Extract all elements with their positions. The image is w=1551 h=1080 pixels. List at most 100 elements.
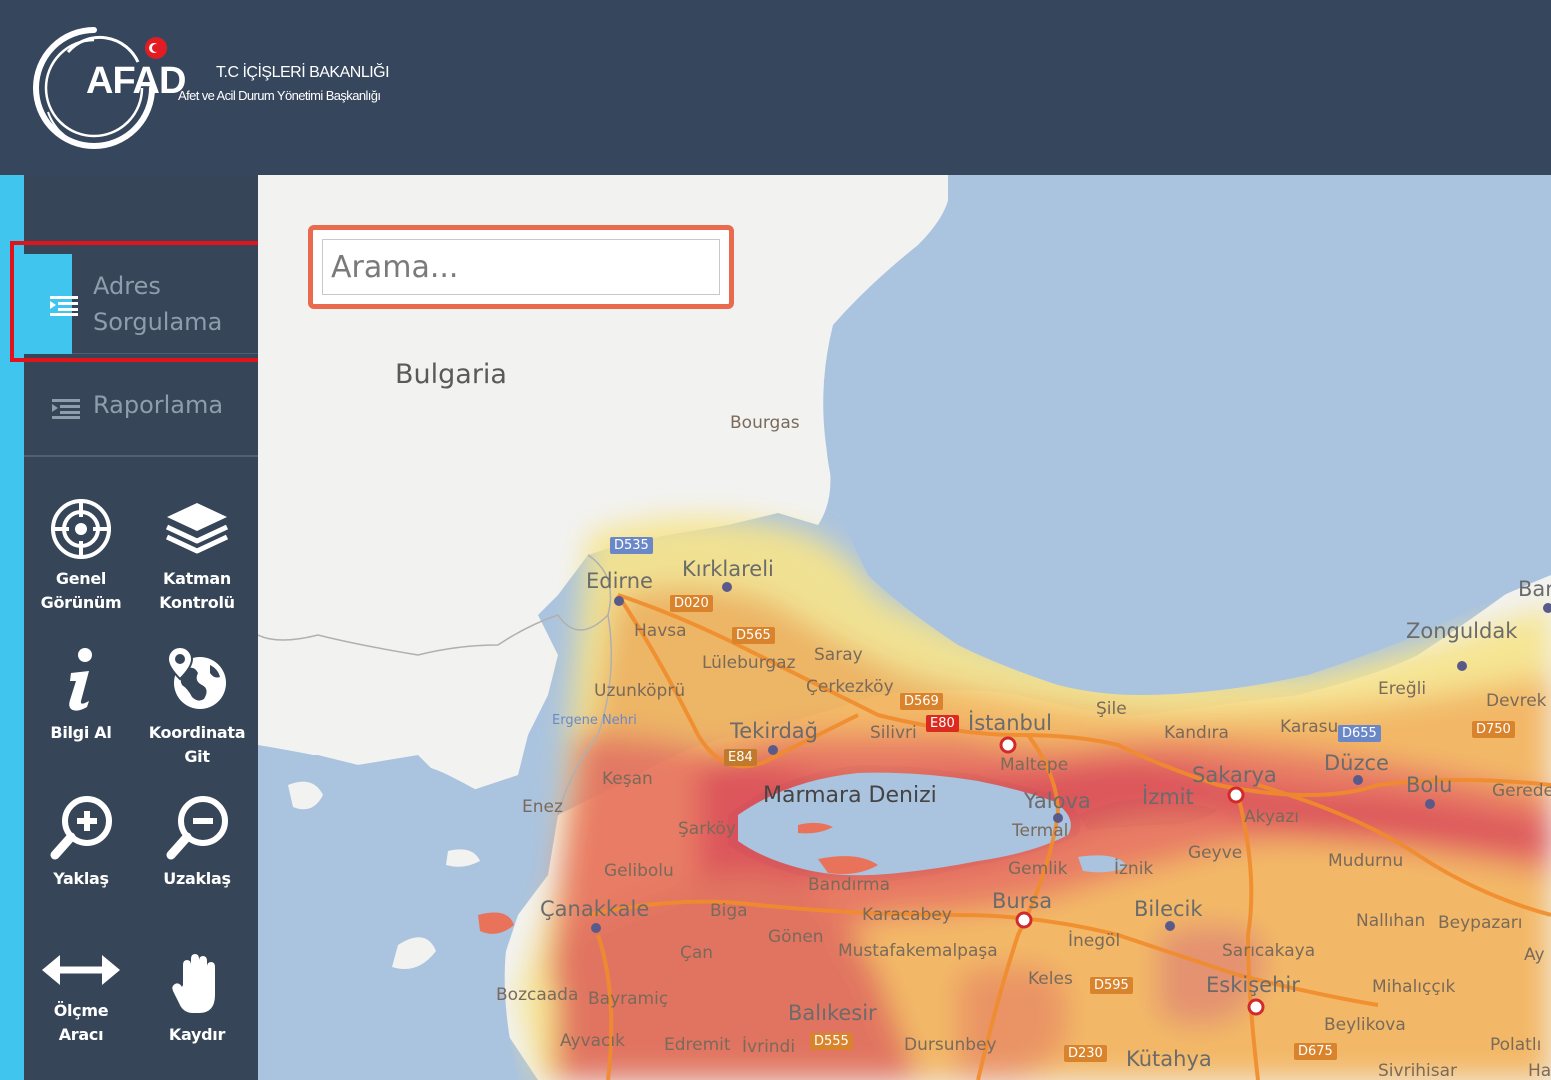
map-label-city: Bar <box>1518 577 1551 601</box>
road-shield: D569 <box>900 693 943 710</box>
map-label-city: Yalova <box>1024 789 1091 813</box>
sidebar-item-adres-sorgulama[interactable]: Adres Sorgulama <box>24 254 258 354</box>
tool-genel-gorunum[interactable]: Genel Görünüm <box>26 497 136 615</box>
org-name-line2: Afet ve Acil Durum Yönetimi Başkanlığı <box>178 88 381 103</box>
tool-bilgi-al[interactable]: Bilgi Al <box>26 645 136 745</box>
map-label-city: Tekirdağ <box>730 719 818 743</box>
map-label-city: Lüleburgaz <box>702 653 796 673</box>
map-label-sea: Marmara Denizi <box>763 783 937 808</box>
road-shield: E80 <box>926 715 959 732</box>
sidebar-divider <box>24 455 258 457</box>
tool-olcme-araci[interactable]: Ölçme Aracı <box>26 947 136 1047</box>
map-label-city: Beypazarı <box>1438 913 1523 933</box>
map-label-city: Bourgas <box>730 413 800 433</box>
tool-uzaklas[interactable]: Uzaklaş <box>142 795 252 891</box>
map-label-city: Sivrihisar <box>1378 1061 1458 1080</box>
map-label-city: Geyve <box>1188 843 1243 863</box>
map-label-city: Ay <box>1524 945 1545 965</box>
map-label-city: İstanbul <box>968 711 1053 735</box>
map-label-city: İznik <box>1114 859 1154 879</box>
tool-label: Kaydır <box>168 1025 226 1044</box>
map-label-city: Sarıcakaya <box>1222 941 1316 961</box>
sidebar-item-raporlama[interactable]: Raporlama <box>24 375 258 439</box>
map-label-city: Akyazı <box>1244 807 1299 827</box>
road-shield: E84 <box>724 749 757 766</box>
map-label-city: Bilecik <box>1134 897 1203 921</box>
map-view[interactable]: Bulgaria Marmara Denizi Bourgas Edirne K… <box>258 175 1551 1080</box>
zoom-out-icon <box>166 796 228 860</box>
map-label-city: Gemlik <box>1008 859 1068 879</box>
road-shield: D565 <box>732 627 775 644</box>
globe-target-icon <box>51 499 111 559</box>
zoom-in-icon <box>50 796 112 860</box>
map-label-city: Maltepe <box>1000 755 1069 775</box>
list-icon <box>50 296 78 316</box>
map-label-city: Biga <box>710 901 748 921</box>
road-shield: D595 <box>1090 977 1133 994</box>
map-label-river: Ergene Nehri <box>552 713 637 728</box>
divider <box>72 353 258 354</box>
tool-kaydir[interactable]: Kaydır <box>142 951 252 1047</box>
tool-label: Koordinata Git <box>148 723 246 766</box>
map-label-city: Ereğli <box>1378 679 1427 699</box>
road-shield: D230 <box>1064 1045 1107 1062</box>
map-label-city: Düzce <box>1324 751 1389 775</box>
map-label-city: Kütahya <box>1126 1047 1212 1071</box>
road-shield: D675 <box>1294 1043 1337 1060</box>
logo-brand-text: AFAD <box>86 60 186 102</box>
road-shield: D655 <box>1338 725 1381 742</box>
afad-logo[interactable]: AFAD T.C İÇİŞLERİ BAKANLIĞI Afet ve Acil… <box>28 22 428 152</box>
globe-pin-icon <box>166 645 226 709</box>
map-label-city: Beylikova <box>1324 1015 1406 1035</box>
map-label-city: Çan <box>680 943 714 963</box>
map-label-city: Uzunköprü <box>594 681 686 701</box>
map-label-city: Enez <box>522 797 563 817</box>
sidebar-item-label: Raporlama <box>93 391 224 419</box>
road-shield: D555 <box>810 1033 853 1050</box>
map-label-city: Şile <box>1096 699 1127 719</box>
sidebar-item-label: Adres Sorgulama <box>93 272 223 336</box>
tool-koordinata-git[interactable]: Koordinata Git <box>142 645 252 769</box>
map-label-city: Şarköy <box>678 819 736 839</box>
app-header: AFAD T.C İÇİŞLERİ BAKANLIĞI Afet ve Acil… <box>0 0 1551 175</box>
tool-label: Yaklaş <box>53 869 109 888</box>
road-shield: D535 <box>610 537 653 554</box>
map-label-country: Bulgaria <box>395 359 507 390</box>
map-label-city: Saray <box>814 645 863 665</box>
map-label-city: Keşan <box>602 769 653 789</box>
map-label-city: Karacabey <box>862 905 952 925</box>
map-label-city: Silivri <box>870 723 917 743</box>
map-label-city: Kandıra <box>1164 723 1229 743</box>
layers-icon <box>165 503 229 554</box>
tool-yaklas[interactable]: Yaklaş <box>26 795 136 891</box>
map-label-city: Ayvacık <box>560 1031 625 1051</box>
map-label-city: Gelibolu <box>604 861 674 881</box>
org-name-line1: T.C İÇİŞLERİ BAKANLIĞI <box>216 64 390 81</box>
sidebar-accent-strip <box>0 175 24 1080</box>
map-label-city: İnegöl <box>1068 931 1121 951</box>
map-label-city: Devrek <box>1486 691 1547 711</box>
search-input[interactable] <box>322 239 720 295</box>
map-label-city: Karasu <box>1280 717 1339 737</box>
map-label-city: Mudurnu <box>1328 851 1404 871</box>
map-label-city: Edremit <box>664 1035 731 1055</box>
map-label-city: Çanakkale <box>540 897 650 921</box>
tool-katman-kontrolu[interactable]: Katman Kontrolü <box>142 497 252 615</box>
map-label-city: Edirne <box>586 569 653 593</box>
map-label-city: Çerkezköy <box>806 677 894 697</box>
map-label-city: İzmit <box>1142 785 1194 809</box>
map-label-city: Mustafakemalpaşa <box>838 941 998 961</box>
map-label-city: Polatlı <box>1490 1035 1542 1055</box>
tool-label: Genel Görünüm <box>40 569 122 612</box>
map-label-city: Ha <box>1528 1061 1551 1080</box>
map-label-city: Nallıhan <box>1356 911 1426 931</box>
map-label-city: Gönen <box>768 927 824 947</box>
map-label-city: Dursunbey <box>904 1035 997 1055</box>
tool-label: Bilgi Al <box>50 723 112 742</box>
map-label-city: Termal <box>1012 821 1069 841</box>
search-highlight-box <box>308 225 734 309</box>
map-label-city: Gerede <box>1492 781 1551 801</box>
map-label-city: Havsa <box>634 621 687 641</box>
sidebar: Adres Sorgulama Raporlama Genel Görünüm … <box>24 175 258 1080</box>
map-label-city: Bozcaada <box>496 985 579 1005</box>
